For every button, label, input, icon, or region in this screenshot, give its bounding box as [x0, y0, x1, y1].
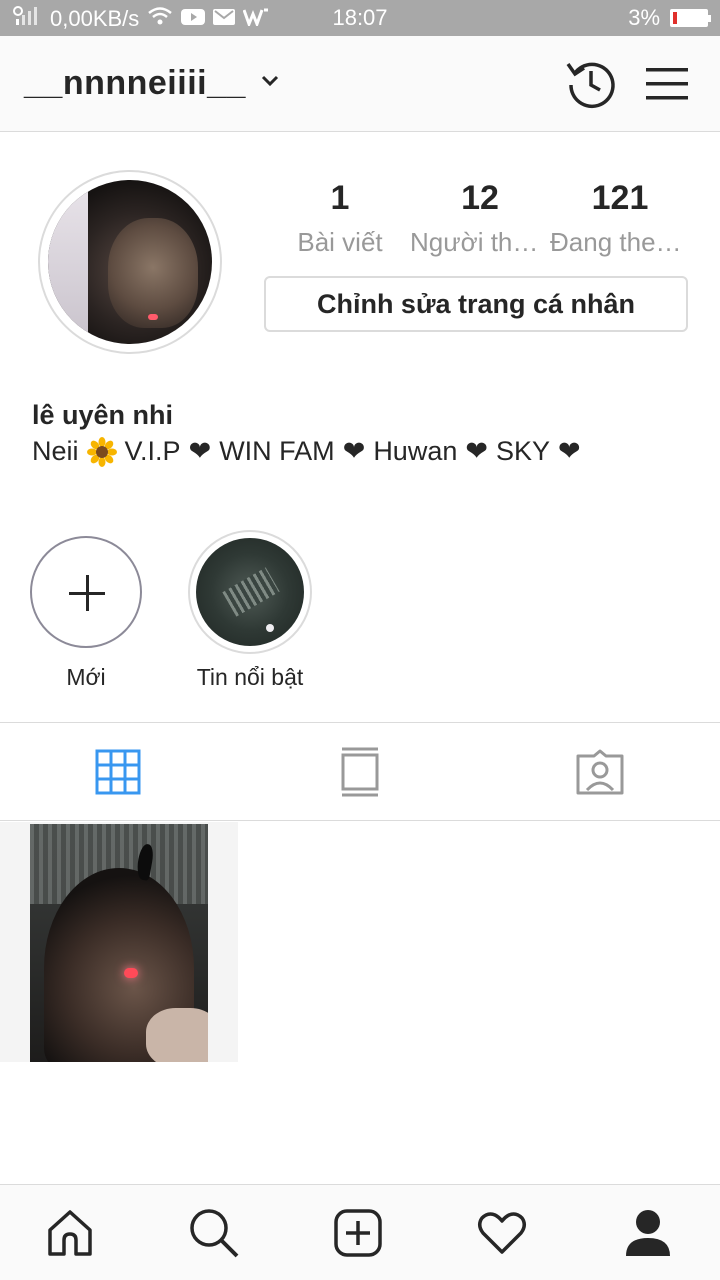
activity-heart-icon[interactable] [474, 1205, 530, 1261]
battery-icon [670, 9, 711, 27]
history-icon[interactable] [564, 56, 618, 110]
posts-count-value: 1 [330, 179, 350, 217]
highlight-label: Tin nổi bật [196, 664, 304, 690]
profile-header: __nnnneiiii__ [0, 36, 720, 132]
add-post-icon[interactable] [330, 1205, 386, 1261]
followers-count-value: 12 [461, 179, 499, 217]
chevron-down-icon[interactable] [260, 74, 280, 93]
bio-name: Neii [32, 436, 79, 466]
menu-icon[interactable] [644, 62, 690, 106]
profile-picture[interactable] [38, 170, 222, 354]
highlight-label: Mới [66, 664, 106, 690]
heart-separator: ❤ [188, 436, 212, 466]
new-highlight-circle[interactable] [30, 536, 142, 648]
divider [0, 820, 720, 821]
heart-separator: ❤ [342, 436, 366, 466]
tab-grid[interactable] [88, 744, 148, 800]
profile-icon[interactable] [620, 1205, 676, 1261]
bio-item: V.I.P [124, 436, 181, 466]
bio-item: Huwan [373, 436, 458, 466]
avatar [48, 180, 212, 344]
highlight-cover[interactable] [188, 530, 312, 654]
status-bar: 0,00KB/s 18:07 3% [0, 0, 720, 36]
divider [0, 722, 720, 723]
posts-count[interactable]: 1 Bài viết [270, 176, 410, 264]
following-count[interactable]: 121 Đang theo dõi [550, 176, 690, 264]
following-count-value: 121 [591, 179, 649, 217]
heart-separator: ❤ [465, 436, 488, 466]
edit-profile-button[interactable]: Chỉnh sửa trang cá nhân [264, 276, 688, 332]
grid-icon [95, 749, 141, 795]
profile-stats: 1 Bài viết 12 Người theo dõi 121 Đang th… [270, 176, 690, 266]
home-icon[interactable] [42, 1205, 98, 1261]
battery-fill [673, 12, 677, 24]
posts-count-label: Bài viết [297, 227, 383, 257]
account-switcher[interactable]: __nnnneiiii__ [24, 64, 280, 103]
bio: Neii V.I.P ❤ WIN FAM ❤ Huwan ❤ SKY ❤ [32, 436, 581, 467]
full-name: lê uyên nhi [32, 400, 174, 430]
bio-item: WIN FAM [219, 436, 335, 466]
heart-separator: ❤ [558, 436, 581, 466]
followers-count-label: Người theo dõi [410, 227, 550, 257]
tab-tagged[interactable] [570, 744, 630, 800]
search-icon[interactable] [186, 1205, 242, 1261]
feed-icon [341, 747, 379, 797]
tab-feed[interactable] [330, 744, 390, 800]
bio-item: SKY [495, 436, 551, 466]
username: __nnnneiiii__ [24, 64, 246, 102]
new-highlight-button[interactable]: Mới [26, 530, 146, 691]
clock: 18:07 [332, 5, 388, 30]
battery-percent: 3% [628, 5, 660, 30]
bottom-navigation [0, 1184, 720, 1280]
following-count-label: Đang theo dõi [550, 227, 690, 257]
followers-count[interactable]: 12 Người theo dõi [410, 176, 550, 264]
post-thumbnail[interactable] [0, 822, 238, 1062]
story-highlight[interactable]: Tin nổi bật [180, 530, 320, 691]
tagged-icon [576, 749, 624, 795]
sunflower-icon [86, 436, 117, 467]
